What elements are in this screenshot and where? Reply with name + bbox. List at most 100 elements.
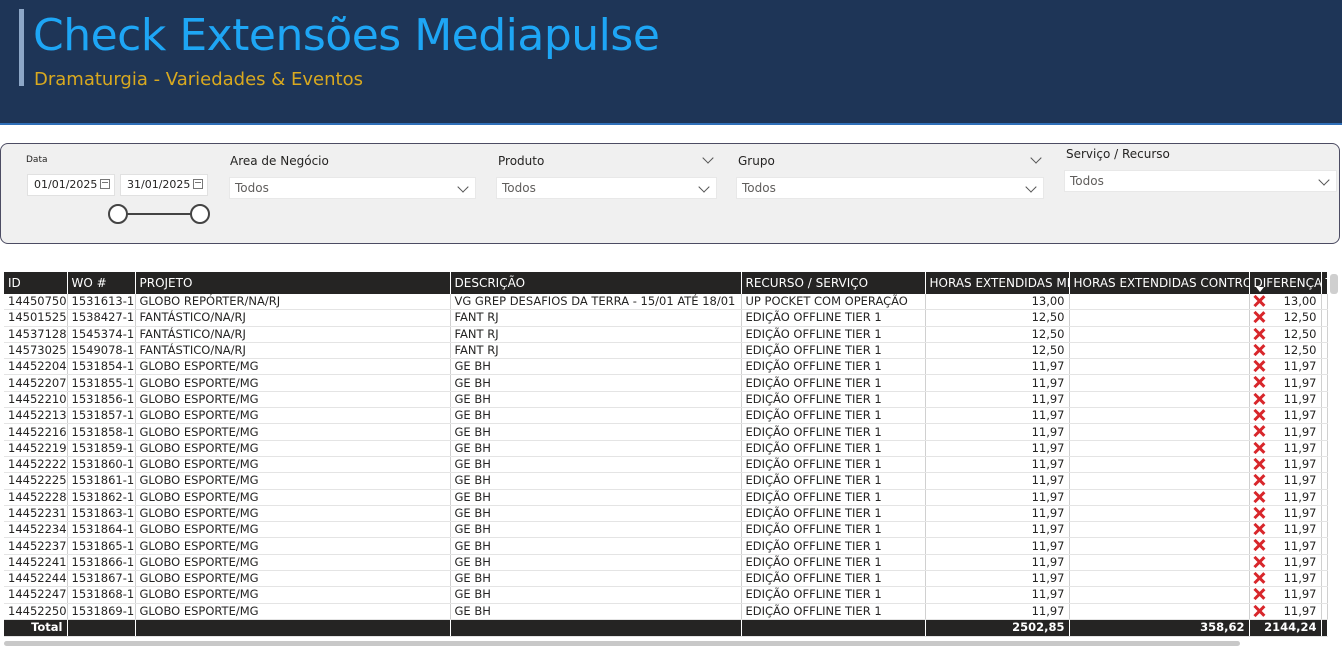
cell-id: 14452247 <box>4 586 68 604</box>
column-header[interactable]: DESCRIÇÃO <box>450 272 742 294</box>
cell-descricao: GE BH <box>450 489 742 506</box>
grupo-dropdown[interactable]: Todos <box>736 177 1044 199</box>
cell-id: 14573025 <box>4 342 68 360</box>
cell-recurso: EDIÇÃO OFFLINE TIER 1 <box>741 309 926 327</box>
date-range-start-handle[interactable] <box>108 204 128 224</box>
cell-empty <box>1321 391 1328 409</box>
cell-id: 14452228 <box>4 489 68 506</box>
cell-horas-mp: 11,97 <box>925 456 1070 474</box>
table-row[interactable]: 14452210 1531856-1 GLOBO ESPORTE/MG GE BH ED… <box>4 391 1328 409</box>
red-x-icon <box>1253 344 1265 356</box>
date-end-value: 31/01/2025 <box>127 178 191 191</box>
cell-horas-control <box>1069 440 1250 457</box>
calendar-icon[interactable] <box>100 179 110 189</box>
cell-diferenca-value: 11,97 <box>1283 408 1317 423</box>
column-header[interactable]: ID <box>4 272 68 294</box>
column-header-sorted[interactable]: DIFERENÇA <box>1249 272 1322 294</box>
table-row[interactable]: 14452247 1531868-1 GLOBO ESPORTE/MG GE BH ED… <box>4 586 1328 604</box>
chevron-down-icon[interactable] <box>702 152 714 164</box>
date-range-end-handle[interactable] <box>190 204 210 224</box>
vertical-scrollbar[interactable] <box>1330 274 1338 294</box>
table-row[interactable]: 14452234 1531864-1 GLOBO ESPORTE/MG GE BH ED… <box>4 521 1328 539</box>
cell-wo: 1531864-1 <box>67 521 136 539</box>
cell-projeto: GLOBO ESPORTE/MG <box>135 489 451 506</box>
column-header[interactable]: PROJETO <box>135 272 451 294</box>
cell-wo: 1531854-1 <box>67 358 136 376</box>
table-row[interactable]: 14537128 1545374-1 FANTÁSTICO/NA/RJ FANT RJ… <box>4 326 1328 343</box>
column-header[interactable]: RECURSO / SERVIÇO <box>741 272 926 294</box>
cell-horas-control <box>1069 586 1250 604</box>
area-dropdown[interactable]: Todos <box>229 177 476 199</box>
column-header[interactable]: HORAS EXTENDIDAS MP <box>925 272 1070 294</box>
cell-projeto: GLOBO ESPORTE/MG <box>135 603 451 620</box>
cell-empty <box>1321 358 1328 376</box>
table-row[interactable]: 14452216 1531858-1 GLOBO ESPORTE/MG GE BH ED… <box>4 423 1328 441</box>
cell-descricao: GE BH <box>450 570 742 588</box>
cell-diferenca-value: 12,50 <box>1283 310 1317 325</box>
cell-projeto: GLOBO ESPORTE/MG <box>135 554 451 572</box>
table-row[interactable]: 14452237 1531865-1 GLOBO ESPORTE/MG GE BH ED… <box>4 537 1328 555</box>
cell-empty <box>1321 554 1328 572</box>
cell-descricao: GE BH <box>450 423 742 441</box>
column-header-label: DIFERENÇA <box>1253 276 1321 290</box>
table-row[interactable]: 14452204 1531854-1 GLOBO ESPORTE/MG GE BH ED… <box>4 358 1328 376</box>
date-filter-label: Data <box>26 155 48 165</box>
cell-recurso: EDIÇÃO OFFLINE TIER 1 <box>741 407 926 425</box>
table-row[interactable]: 14573025 1549078-1 FANTÁSTICO/NA/RJ FANT RJ… <box>4 342 1328 360</box>
total-empty-cell <box>135 619 451 637</box>
cell-wo: 1531856-1 <box>67 391 136 409</box>
total-horas-control: 358,62 <box>1069 619 1250 637</box>
cell-horas-mp: 11,97 <box>925 505 1070 523</box>
cell-projeto: GLOBO ESPORTE/MG <box>135 423 451 441</box>
table-row[interactable]: 14452207 1531855-1 GLOBO ESPORTE/MG GE BH ED… <box>4 374 1328 392</box>
cell-diferenca-value: 11,97 <box>1283 391 1317 406</box>
cell-horas-mp: 13,00 <box>925 294 1070 311</box>
table-row[interactable]: 14452241 1531866-1 GLOBO ESPORTE/MG GE BH ED… <box>4 554 1328 572</box>
calendar-icon[interactable] <box>193 179 203 189</box>
servico-dropdown[interactable]: Todos <box>1064 170 1337 192</box>
total-empty-cell <box>1321 619 1328 637</box>
table-row[interactable]: 14501525 1538427-1 FANTÁSTICO/NA/RJ FANT RJ… <box>4 309 1328 327</box>
column-header[interactable]: HORAS EXTENDIDAS CONTROL <box>1069 272 1250 294</box>
column-header[interactable]: WO # <box>67 272 136 294</box>
cell-horas-mp: 11,97 <box>925 472 1070 490</box>
table-row[interactable]: 14452250 1531869-1 GLOBO ESPORTE/MG GE BH ED… <box>4 603 1328 620</box>
cell-diferenca-value: 13,00 <box>1283 294 1317 309</box>
table-row[interactable]: 14452222 1531860-1 GLOBO ESPORTE/MG GE BH ED… <box>4 456 1328 474</box>
table-row[interactable]: 14452219 1531859-1 GLOBO ESPORTE/MG GE BH ED… <box>4 440 1328 457</box>
chevron-down-icon[interactable] <box>1030 152 1042 164</box>
cell-horas-mp: 12,50 <box>925 309 1070 327</box>
cell-wo: 1531858-1 <box>67 423 136 441</box>
cell-empty <box>1321 505 1328 523</box>
produto-dropdown[interactable]: Todos <box>496 177 717 199</box>
cell-id: 14452216 <box>4 423 68 441</box>
cell-projeto: FANTÁSTICO/NA/RJ <box>135 342 451 360</box>
table-row[interactable]: 14450750 1531613-1 GLOBO REPÓRTER/NA/RJ VG … <box>4 294 1328 311</box>
date-end-input[interactable]: 31/01/2025 <box>120 174 208 196</box>
cell-horas-mp: 11,97 <box>925 489 1070 506</box>
horizontal-scrollbar[interactable] <box>4 641 1240 646</box>
cell-descricao: GE BH <box>450 472 742 490</box>
red-x-icon <box>1253 376 1265 388</box>
cell-horas-control <box>1069 505 1250 523</box>
table-row[interactable]: 14452244 1531867-1 GLOBO ESPORTE/MG GE BH ED… <box>4 570 1328 588</box>
cell-projeto: GLOBO ESPORTE/MG <box>135 505 451 523</box>
table-row[interactable]: 14452231 1531863-1 GLOBO ESPORTE/MG GE BH ED… <box>4 505 1328 523</box>
red-x-icon <box>1253 442 1265 454</box>
cell-diferenca-value: 11,97 <box>1283 554 1317 569</box>
column-header[interactable]: T <box>1321 272 1328 294</box>
cell-diferenca: 11,97 <box>1249 537 1322 555</box>
cell-empty <box>1321 489 1328 506</box>
table-row[interactable]: 14452228 1531862-1 GLOBO ESPORTE/MG GE BH ED… <box>4 489 1328 506</box>
cell-projeto: GLOBO ESPORTE/MG <box>135 586 451 604</box>
cell-projeto: GLOBO ESPORTE/MG <box>135 391 451 409</box>
table-row[interactable]: 14452213 1531857-1 GLOBO ESPORTE/MG GE BH ED… <box>4 407 1328 425</box>
cell-id: 14452241 <box>4 554 68 572</box>
cell-diferenca: 11,97 <box>1249 456 1322 474</box>
cell-diferenca-value: 11,97 <box>1283 538 1317 553</box>
cell-diferenca: 12,50 <box>1249 342 1322 360</box>
cell-wo: 1531861-1 <box>67 472 136 490</box>
date-start-input[interactable]: 01/01/2025 <box>27 174 115 196</box>
cell-horas-control <box>1069 294 1250 311</box>
table-row[interactable]: 14452225 1531861-1 GLOBO ESPORTE/MG GE BH ED… <box>4 472 1328 490</box>
